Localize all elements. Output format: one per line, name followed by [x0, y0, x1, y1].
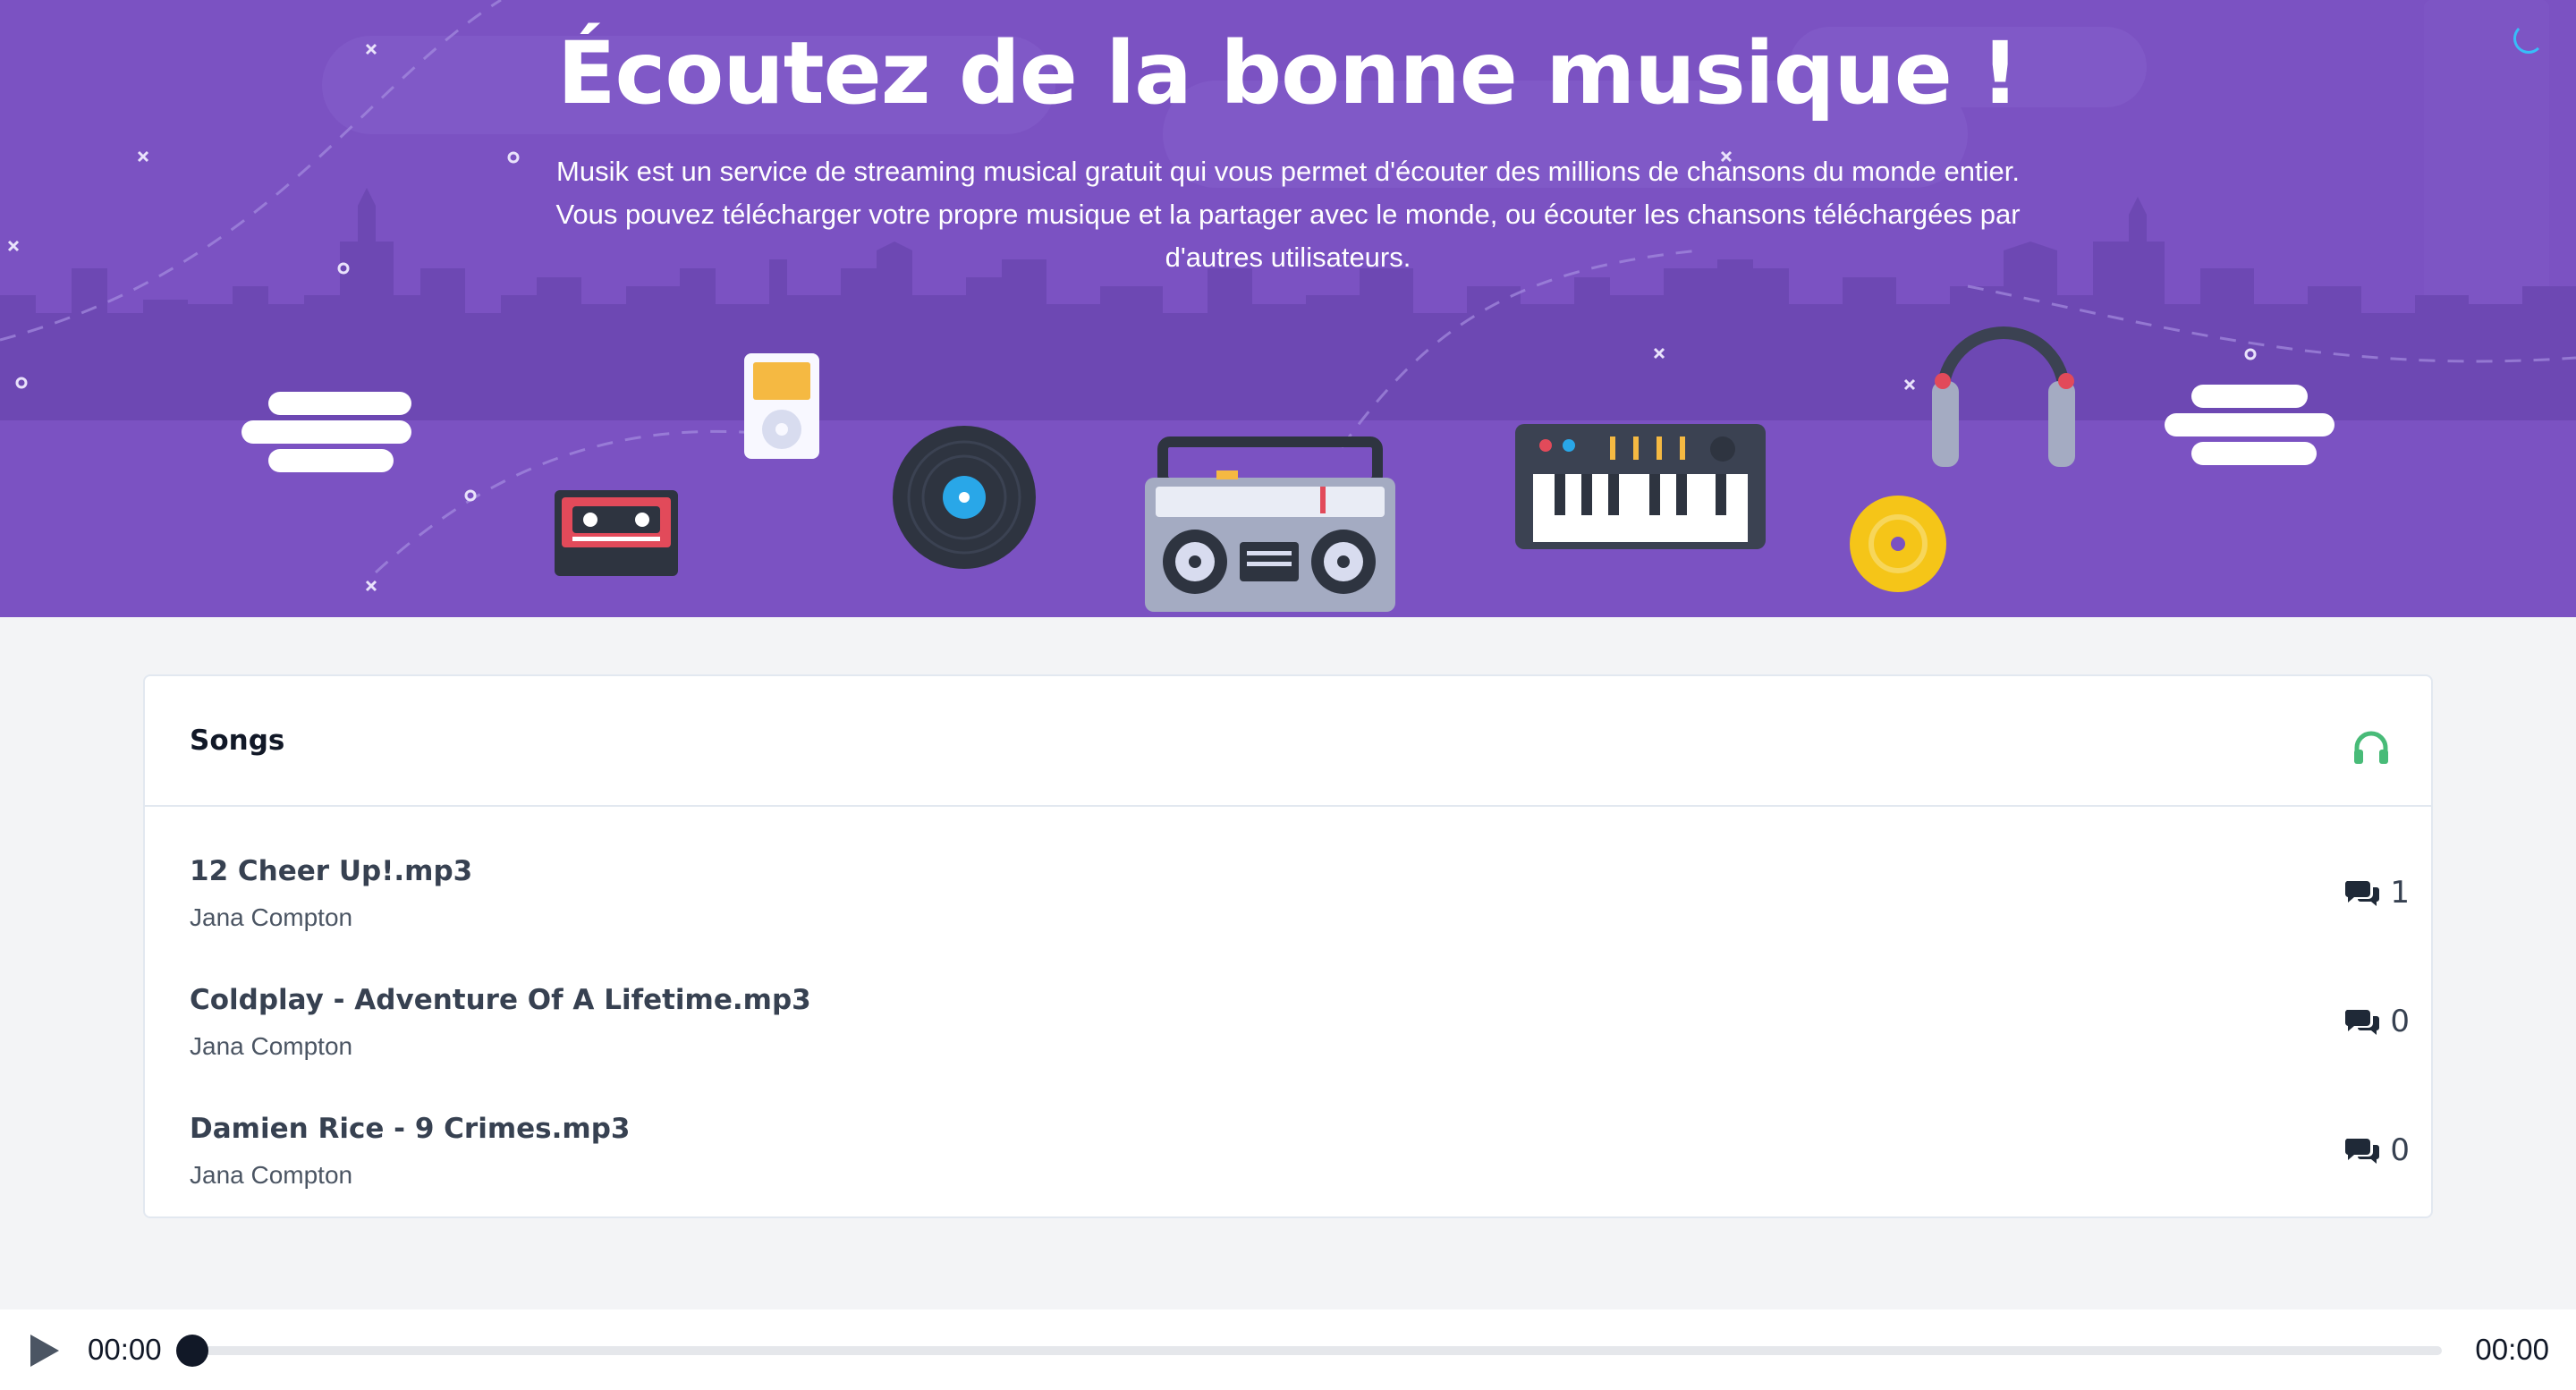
song-artist: Jana Compton	[190, 1161, 353, 1189]
song-title[interactable]: Coldplay - Adventure Of A Lifetime.mp3	[190, 984, 811, 1016]
vinyl-record-icon	[893, 426, 1036, 569]
audio-player: 00:00 00:00	[0, 1309, 2576, 1390]
songs-card: Songs 12 Cheer Up!.mp3 Jana Compton 1 Co…	[143, 674, 2433, 1218]
seek-bar[interactable]	[179, 1346, 2442, 1355]
song-artist: Jana Compton	[190, 903, 353, 931]
song-title[interactable]: 12 Cheer Up!.mp3	[190, 855, 472, 887]
song-item[interactable]: 12 Cheer Up!.mp3 Jana Compton 1	[145, 855, 2431, 984]
play-button[interactable]	[25, 1331, 63, 1370]
seek-handle[interactable]	[176, 1335, 208, 1367]
loading-spinner-icon	[2513, 23, 2544, 54]
song-title[interactable]: Damien Rice - 9 Crimes.mp3	[190, 1113, 630, 1145]
hero-description: Musik est un service de streaming musica…	[555, 156, 2021, 273]
comments-icon	[2345, 1139, 2380, 1164]
song-comments[interactable]: 1	[2343, 875, 2410, 911]
song-comments[interactable]: 0	[2343, 1132, 2410, 1168]
comments-icon	[2345, 1010, 2380, 1035]
keyboard-icon	[1515, 424, 1766, 549]
comment-count: 0	[2390, 1132, 2410, 1168]
songs-card-header: Songs	[145, 676, 2431, 807]
comment-count: 0	[2390, 1004, 2410, 1039]
cd-icon	[1850, 496, 1946, 592]
music-player-icon	[744, 353, 819, 459]
comment-count: 1	[2390, 875, 2410, 911]
comments-icon	[2345, 881, 2380, 906]
song-item[interactable]: Coldplay - Adventure Of A Lifetime.mp3 J…	[145, 984, 2431, 1113]
page-title: Écoutez de la bonne musique !	[556, 23, 2020, 123]
headphones-icon	[2354, 731, 2388, 764]
total-time: 00:00	[2475, 1333, 2549, 1366]
current-time: 00:00	[88, 1333, 162, 1366]
songs-title: Songs	[190, 725, 285, 757]
hero-banner: Écoutez de la bonne musique ! Musik est …	[0, 0, 2576, 617]
song-comments[interactable]: 0	[2343, 1004, 2410, 1039]
song-item[interactable]: Damien Rice - 9 Crimes.mp3 Jana Compton …	[145, 1113, 2431, 1242]
song-artist: Jana Compton	[190, 1032, 353, 1060]
cassette-icon	[555, 490, 678, 576]
